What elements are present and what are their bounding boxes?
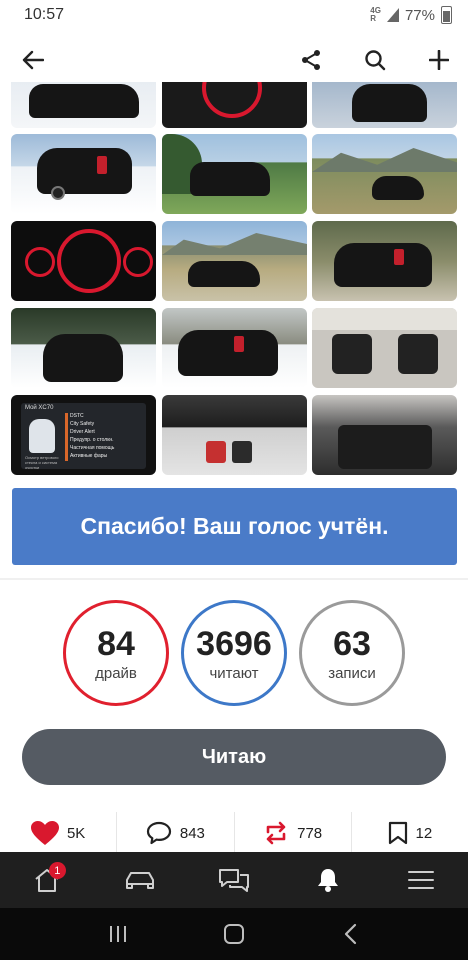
trunk-image xyxy=(338,425,432,469)
car-image xyxy=(372,176,424,200)
car-image xyxy=(188,261,260,287)
photo-tile[interactable] xyxy=(312,308,457,388)
vote-confirmation-banner: Спасибо! Ваш голос учтён. xyxy=(12,488,457,565)
car-image xyxy=(190,162,270,196)
car-image xyxy=(43,334,123,382)
car-image xyxy=(37,148,132,194)
repost-icon xyxy=(266,821,286,845)
system-nav xyxy=(0,908,468,960)
console-button-image xyxy=(206,441,226,463)
infotainment-image: Мой XC70 DSTC City Safety Driver Alert П… xyxy=(21,403,146,470)
photo-tile[interactable] xyxy=(312,395,457,475)
menu-icon xyxy=(408,871,435,889)
section-divider xyxy=(0,578,468,580)
repost-count: 778 xyxy=(297,824,323,842)
dashboard-image xyxy=(57,229,121,293)
photo-tile[interactable] xyxy=(162,395,307,475)
share-button[interactable] xyxy=(296,45,326,75)
status-bar: 10:57 4G R 77% xyxy=(0,0,468,30)
car-image xyxy=(29,84,139,118)
top-actions xyxy=(296,45,454,75)
interior-image xyxy=(332,334,372,374)
status-time: 10:57 xyxy=(24,6,65,23)
chat-icon xyxy=(218,869,249,892)
heart-icon xyxy=(30,820,59,845)
like-button[interactable]: 5K xyxy=(0,812,118,854)
stat-value: 84 xyxy=(97,624,135,663)
comment-count: 843 xyxy=(179,824,205,842)
battery-percent: 77% xyxy=(404,6,435,24)
nav-garage[interactable] xyxy=(115,860,165,900)
stat-value: 3696 xyxy=(196,624,272,663)
network-indicator: 4G R xyxy=(370,6,381,23)
arrow-left-icon xyxy=(22,50,44,70)
photo-grid: Мой XC70 DSTC City Safety Driver Alert П… xyxy=(0,82,468,480)
search-button[interactable] xyxy=(360,45,390,75)
chevron-left-icon xyxy=(344,923,357,945)
bottom-nav: 1 xyxy=(0,852,468,908)
stat-label: читают xyxy=(209,664,259,682)
photo-tile[interactable] xyxy=(312,134,457,214)
car-image xyxy=(352,84,427,122)
stat-label: драйв xyxy=(95,664,137,682)
comments-button[interactable]: 843 xyxy=(117,812,235,854)
like-count: 5K xyxy=(66,824,86,842)
stat-readers[interactable]: 3696 читают xyxy=(181,600,287,706)
photo-tile[interactable] xyxy=(11,134,156,214)
comment-icon xyxy=(146,821,171,845)
status-indicators: 4G R 77% xyxy=(370,6,452,24)
battery-icon xyxy=(441,6,452,24)
home-badge: 1 xyxy=(48,862,66,879)
stat-label: записи xyxy=(328,664,376,682)
top-bar xyxy=(0,40,468,80)
photo-tile[interactable] xyxy=(162,82,307,128)
bookmark-icon xyxy=(388,821,407,845)
dashboard-image xyxy=(202,82,262,118)
photo-tile[interactable] xyxy=(312,82,457,128)
photo-tile[interactable] xyxy=(162,221,307,301)
stat-drive[interactable]: 84 драйв xyxy=(63,600,169,706)
bell-icon xyxy=(317,869,338,892)
nav-menu[interactable] xyxy=(396,860,446,900)
stat-posts[interactable]: 63 записи xyxy=(299,600,405,706)
nav-home[interactable]: 1 xyxy=(22,860,72,900)
back-button[interactable] xyxy=(18,45,48,75)
bookmark-button[interactable]: 12 xyxy=(352,812,468,854)
search-icon xyxy=(365,50,386,71)
back-system-button[interactable] xyxy=(335,919,365,949)
recents-icon xyxy=(110,926,126,942)
home-system-button[interactable] xyxy=(219,919,249,949)
photo-tile[interactable]: Мой XC70 DSTC City Safety Driver Alert П… xyxy=(11,395,156,475)
photo-tile[interactable] xyxy=(162,308,307,388)
photo-tile[interactable] xyxy=(11,82,156,128)
stat-value: 63 xyxy=(333,624,371,663)
home-square-icon xyxy=(224,924,244,944)
photo-tile[interactable] xyxy=(11,308,156,388)
signal-icon xyxy=(386,8,399,22)
reactions-bar: 5K 843 778 12 xyxy=(0,812,468,854)
plus-icon xyxy=(429,50,449,70)
photo-tile[interactable] xyxy=(162,134,307,214)
repost-button[interactable]: 778 xyxy=(235,812,352,854)
car-icon xyxy=(126,872,155,889)
add-button[interactable] xyxy=(424,45,454,75)
bookmark-count: 12 xyxy=(415,824,433,842)
nav-messages[interactable] xyxy=(209,860,259,900)
photo-tile[interactable] xyxy=(11,221,156,301)
nav-notifications[interactable] xyxy=(303,860,353,900)
car-image xyxy=(178,330,278,376)
photo-tile[interactable] xyxy=(312,221,457,301)
share-icon xyxy=(302,50,320,70)
follow-button[interactable]: Читаю xyxy=(22,729,446,785)
car-image xyxy=(334,243,432,287)
recents-button[interactable] xyxy=(103,919,133,949)
